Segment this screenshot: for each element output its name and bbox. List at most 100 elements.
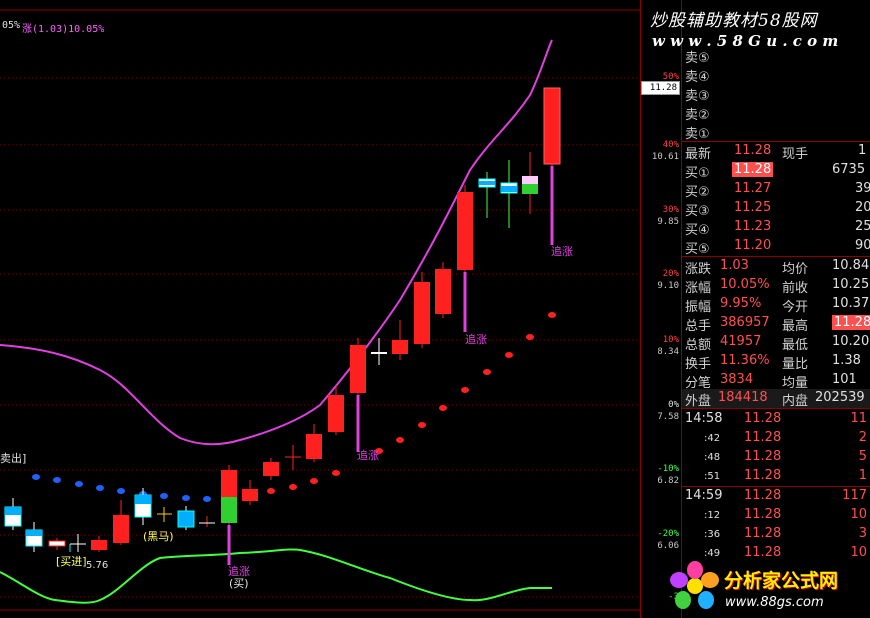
axis-price-minus10: 6.82	[657, 476, 679, 486]
tick-volume: 10	[850, 545, 867, 560]
tick-volume: 2	[858, 430, 867, 445]
chase-label-3: 追涨	[465, 333, 487, 346]
watermark-brand-url: www.88gs.com	[725, 595, 824, 610]
stat-value: 10.25	[832, 277, 870, 292]
stat-label: 总手	[685, 319, 712, 334]
axis-pct-10: 10%	[662, 335, 679, 345]
tick-price: 11.28	[744, 449, 782, 464]
stats-row: 总手 386957 最高 11.28	[682, 314, 870, 334]
tick-time: :36	[704, 529, 721, 540]
buy-row-2[interactable]: 买② 11.27 39	[682, 180, 870, 200]
axis-price-30: 9.85	[657, 217, 679, 227]
tick-price: 11.28	[744, 411, 782, 426]
tick-volume: 1	[858, 468, 867, 483]
stat-value: 1.03	[720, 258, 749, 273]
stat-value: 11.36%	[720, 353, 770, 368]
axis-pct-20: 20%	[662, 269, 679, 279]
stat-label: 涨幅	[685, 281, 712, 296]
stat-value: 3834	[720, 372, 754, 387]
tick-row: :51 11.28 1	[682, 467, 870, 486]
latest-row: 最新 11.28 现手 1	[685, 143, 867, 162]
tick-row: 14:58 11.28 11	[682, 410, 870, 429]
tick-time: :12	[704, 510, 721, 521]
sell-row-3: 卖③	[685, 89, 710, 104]
sar-dots-down	[32, 474, 211, 502]
tick-volume: 11	[850, 411, 867, 426]
tick-time: :48	[704, 452, 721, 463]
axis-price-minus20: 6.06	[657, 541, 679, 551]
tick-price: 11.28	[744, 545, 782, 560]
divider	[682, 408, 870, 409]
axis-pct-0: 0%	[668, 400, 679, 410]
tick-time: :42	[704, 433, 721, 444]
dark-horse-label: (黑马)	[143, 530, 174, 543]
axis-price-0: 7.58	[657, 412, 679, 422]
tick-price: 11.28	[744, 430, 782, 445]
tick-price: 11.28	[744, 507, 782, 522]
tick-row: 14:59 11.28 117	[682, 487, 870, 506]
stats-row: 分笔 3834 均量 101	[682, 371, 870, 391]
tick-volume: 117	[842, 488, 867, 503]
stat-label: 涨跌	[685, 262, 712, 277]
stats-row: 振幅 9.95% 今开 10.37	[682, 295, 870, 315]
stat-value: 101	[832, 372, 857, 387]
stat-value: 10.37	[832, 296, 870, 311]
stat-value: 11.28	[832, 315, 870, 330]
chase-label-2: 追涨	[357, 449, 379, 462]
chart-canvas	[0, 9, 640, 611]
stat-label: 最低	[782, 338, 809, 353]
tick-time: :49	[704, 548, 721, 559]
tick-time: 14:58	[685, 411, 723, 426]
flower-logo-icon	[670, 560, 720, 612]
stat-value: 41957	[720, 334, 762, 349]
stat-value: 10.05%	[720, 277, 770, 292]
stat-label: 振幅	[685, 300, 712, 315]
chase-label-4: 追涨	[551, 245, 573, 258]
sell-row-4: 卖④	[685, 70, 710, 85]
tick-row: :42 11.28 2	[682, 429, 870, 448]
buy-row-1[interactable]: 买① 11.28 6735	[682, 161, 870, 181]
axis-price-40: 10.61	[651, 152, 679, 162]
axis-pct-40: 40%	[662, 140, 679, 150]
stats-row: 换手 11.36% 量比 1.38	[682, 352, 870, 372]
tick-volume: 5	[858, 449, 867, 464]
stat-value: 1.38	[832, 353, 861, 368]
tick-volume: 10	[850, 507, 867, 522]
tick-row: :36 11.28 3	[682, 525, 870, 544]
stat-label: 最高	[782, 319, 809, 334]
watermark-url: w w w . 5 8 G u . c o m	[652, 32, 839, 50]
stats-row: 涨跌 1.03 均价 10.84	[682, 257, 870, 277]
axis-pct-minus10: -10%	[657, 464, 679, 474]
stat-label: 均价	[782, 262, 809, 277]
quote-panel: 卖⑤ 卖④ 卖③ 卖② 卖① 最新 11.28 现手 1 买① 11.28 67…	[681, 0, 870, 618]
tick-price: 11.28	[744, 488, 782, 503]
stats-row: 总额 41957 最低 10.20	[682, 333, 870, 353]
stat-label: 前收	[782, 281, 809, 296]
buy-row-5[interactable]: 买⑤ 11.20 90	[682, 237, 870, 257]
buy-row-3[interactable]: 买③ 11.25 20	[682, 199, 870, 219]
stat-value: 386957	[720, 315, 770, 330]
axis-pct-30: 30%	[662, 205, 679, 215]
sell-label: 卖出]	[0, 452, 27, 465]
stat-value: 10.84	[832, 258, 870, 273]
tick-row: :12 11.28 10	[682, 506, 870, 525]
stat-label: 量比	[782, 357, 809, 372]
kline-chart[interactable]: 05% 涨(1.03)10.05% 卖出] [买进] 5.76 (黑马) 追涨 …	[0, 0, 640, 618]
sell-row-1: 卖①	[685, 127, 710, 142]
tick-time: 14:59	[685, 488, 723, 503]
axis-price-10: 8.34	[657, 347, 679, 357]
stat-label: 换手	[685, 357, 712, 372]
axis-price-20: 9.10	[657, 281, 679, 291]
watermark-brand: 分析家公式网	[724, 570, 839, 592]
tick-price: 11.28	[744, 526, 782, 541]
buy-label: [买进]	[56, 555, 87, 568]
current-price-marker: 11.28	[641, 81, 680, 95]
stat-value: 10.20	[832, 334, 870, 349]
outer-inner-row: 外盘 184418 内盘 202539	[682, 389, 870, 409]
stat-value: 9.95%	[720, 296, 762, 311]
buy-row-4[interactable]: 买④ 11.23 25	[682, 218, 870, 238]
stock-chart-window: 05% 涨(1.03)10.05% 卖出] [买进] 5.76 (黑马) 追涨 …	[0, 0, 870, 618]
sell-row-2: 卖②	[685, 108, 710, 123]
tick-time: :51	[704, 471, 721, 482]
tick-price: 11.28	[744, 468, 782, 483]
